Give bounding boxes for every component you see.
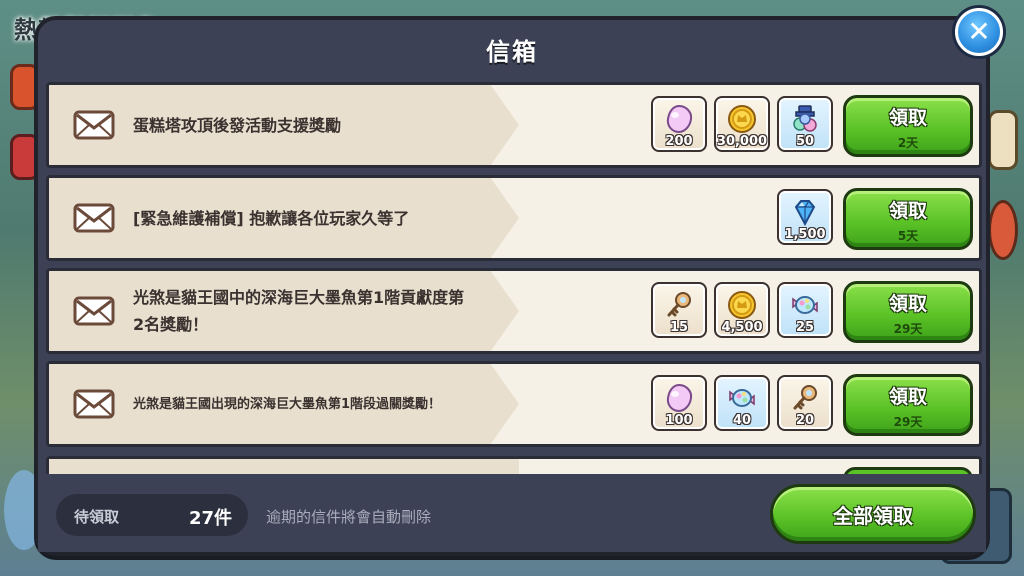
reward-quantity: 50 xyxy=(795,134,815,149)
mailbox-dialog: 信箱 蛋糕塔攻頂後發活動支援獎勵 200 30,000 50 領取 2天 [緊急… xyxy=(34,16,990,556)
background-badge-icon xyxy=(988,200,1018,260)
reward-slot[interactable]: 40 xyxy=(714,375,770,431)
candy-icon xyxy=(729,389,755,407)
key-icon xyxy=(667,292,691,317)
claim-button-partial[interactable] xyxy=(843,467,973,474)
close-icon: ✕ xyxy=(967,15,991,48)
gift-box-icon xyxy=(793,105,817,132)
envelope-icon xyxy=(73,296,115,326)
claim-label: 領取 xyxy=(888,293,927,315)
reward-slot[interactable]: 25 xyxy=(777,282,833,338)
days-remaining: 29天 xyxy=(893,322,923,336)
reward-slot[interactable]: 100 xyxy=(651,375,707,431)
mail-text: 蛋糕塔攻頂後發活動支援獎勵 xyxy=(133,115,342,135)
mail-list[interactable]: 蛋糕塔攻頂後發活動支援獎勵 200 30,000 50 領取 2天 [緊急維護補… xyxy=(46,82,982,474)
claim-button[interactable]: 領取 5天 xyxy=(843,188,973,250)
claim-all-label: 全部領取 xyxy=(833,503,913,528)
candy-icon xyxy=(792,296,818,314)
claim-label: 領取 xyxy=(888,200,927,222)
background-certificate-icon xyxy=(988,110,1018,170)
mail-item-partial xyxy=(46,456,982,474)
envelope-icon xyxy=(73,110,115,140)
mail-item: 光煞是貓王國出現的深海巨大墨魚第1階段過關獎勵！ 100 40 20 領取 29… xyxy=(46,361,982,447)
reward-slot[interactable]: 20 xyxy=(777,375,833,431)
reward-slot[interactable]: 15 xyxy=(651,282,707,338)
claim-label: 領取 xyxy=(888,386,927,408)
days-remaining: 5天 xyxy=(897,229,919,243)
reward-slot[interactable]: 1,500 xyxy=(777,189,833,245)
reward-quantity: 4,500 xyxy=(721,320,763,335)
claim-button[interactable]: 領取 29天 xyxy=(843,281,973,343)
crystal-jelly-icon xyxy=(666,383,693,413)
envelope-icon xyxy=(73,203,115,233)
close-button[interactable]: ✕ xyxy=(955,8,1003,56)
expire-note: 逾期的信件將會自動刪除 xyxy=(266,508,432,526)
reward-quantity: 30,000 xyxy=(716,134,768,149)
claim-all-button[interactable]: 全部領取 xyxy=(770,484,976,544)
mailbox-title: 信箱 xyxy=(486,38,538,66)
mail-text: [緊急維護補償] 抱歉讓各位玩家久等了 xyxy=(133,208,410,228)
envelope-icon xyxy=(73,389,115,419)
days-remaining: 29天 xyxy=(893,415,923,429)
crystal-jelly-icon xyxy=(666,104,693,134)
pending-count: 27件 xyxy=(188,508,232,529)
reward-quantity: 1,500 xyxy=(784,227,826,242)
reward-slot[interactable]: 200 xyxy=(651,96,707,152)
reward-quantity: 15 xyxy=(669,320,689,335)
key-icon xyxy=(793,385,817,410)
reward-quantity: 100 xyxy=(665,413,693,428)
claim-label: 領取 xyxy=(888,107,927,129)
claim-button[interactable]: 領取 29天 xyxy=(843,374,973,436)
reward-quantity: 20 xyxy=(795,413,815,428)
mail-text: 光煞是貓王國中的深海巨大墨魚第1階貢獻度第2名獎勵！ xyxy=(133,288,465,334)
pending-label: 待領取 xyxy=(74,508,120,526)
reward-slot[interactable]: 50 xyxy=(777,96,833,152)
diamond-icon xyxy=(794,200,816,227)
pending-counter: 待領取 27件 xyxy=(56,494,248,536)
coin-icon xyxy=(728,105,756,133)
reward-quantity: 200 xyxy=(665,134,693,149)
mail-item: 光煞是貓王國中的深海巨大墨魚第1階貢獻度第2名獎勵！ 15 4,500 25 領… xyxy=(46,268,982,354)
mail-item: [緊急維護補償] 抱歉讓各位玩家久等了 1,500 領取 5天 xyxy=(46,175,982,261)
coin-icon xyxy=(728,291,756,319)
claim-button[interactable]: 領取 2天 xyxy=(843,95,973,157)
reward-slot[interactable]: 30,000 xyxy=(714,96,770,152)
days-remaining: 2天 xyxy=(897,136,919,150)
reward-quantity: 40 xyxy=(732,413,752,428)
reward-slot[interactable]: 4,500 xyxy=(714,282,770,338)
reward-quantity: 25 xyxy=(795,320,815,335)
mail-text: 光煞是貓王國出現的深海巨大墨魚第1階段過關獎勵！ xyxy=(133,396,442,412)
mail-label-band xyxy=(49,459,519,474)
mailbox-footer: 待領取 27件 逾期的信件將會自動刪除 全部領取 xyxy=(38,474,986,552)
mail-item: 蛋糕塔攻頂後發活動支援獎勵 200 30,000 50 領取 2天 xyxy=(46,82,982,168)
